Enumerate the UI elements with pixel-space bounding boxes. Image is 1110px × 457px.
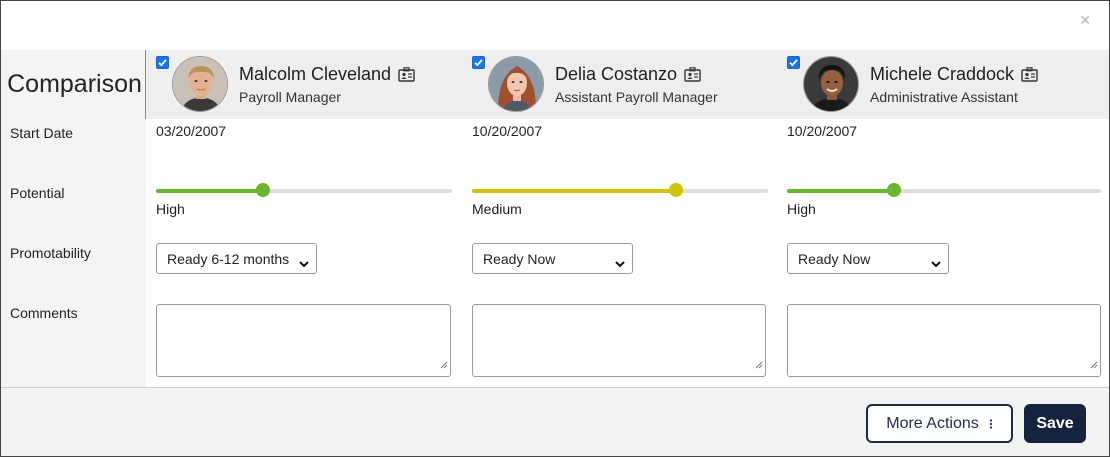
person-title: Payroll Manager — [239, 89, 341, 105]
person-name: Michele Craddock — [870, 64, 1038, 85]
row-label-comments: Comments — [10, 305, 78, 321]
person-header: Delia Costanzo Assistant Payroll Manager — [463, 50, 773, 119]
potential-label: High — [787, 201, 816, 217]
row-label-promotability: Promotability — [10, 245, 91, 261]
person-name: Malcolm Cleveland — [239, 64, 415, 85]
start-date-value: 03/20/2007 — [156, 123, 227, 139]
select-checkbox[interactable] — [156, 56, 169, 69]
start-date-value: 10/20/2007 — [787, 123, 858, 139]
row-label-start-date: Start Date — [10, 125, 74, 141]
avatar — [172, 56, 228, 112]
person-name-text: Michele Craddock — [870, 64, 1015, 84]
id-card-icon[interactable] — [398, 67, 415, 82]
promotability-value: Ready 6-12 months — [167, 250, 290, 267]
potential-label: Medium — [472, 201, 522, 217]
id-card-icon[interactable] — [1021, 67, 1038, 82]
comparison-dialog: ✕ Comparison Start Date Potential Promot… — [0, 0, 1110, 457]
potential-slider-thumb[interactable] — [255, 183, 270, 197]
chevron-down-icon — [299, 255, 309, 271]
potential-slider-thumb[interactable] — [669, 183, 684, 197]
comments-textarea[interactable] — [787, 304, 1101, 377]
promotability-value: Ready Now — [798, 250, 871, 267]
vertical-dots-icon — [989, 418, 993, 430]
resize-grip-icon[interactable] — [440, 356, 448, 374]
person-title: Assistant Payroll Manager — [555, 89, 718, 105]
avatar — [803, 56, 859, 112]
potential-slider[interactable] — [156, 183, 452, 197]
resize-grip-icon[interactable] — [1090, 356, 1098, 374]
promotability-select[interactable]: Ready Now — [787, 243, 949, 274]
promotability-value: Ready Now — [483, 250, 556, 267]
save-button[interactable]: Save — [1024, 404, 1086, 443]
chevron-down-icon — [931, 255, 941, 271]
chevron-down-icon — [615, 255, 625, 271]
resize-grip-icon[interactable] — [755, 356, 763, 374]
avatar — [488, 56, 544, 112]
promotability-select[interactable]: Ready 6-12 months — [156, 243, 317, 274]
person-name-text: Malcolm Cleveland — [239, 64, 392, 84]
select-checkbox[interactable] — [472, 56, 485, 69]
person-name: Delia Costanzo — [555, 64, 701, 85]
person-header: Michele Craddock Administrative Assistan… — [778, 50, 1098, 119]
promotability-select[interactable]: Ready Now — [472, 243, 633, 274]
potential-slider[interactable] — [472, 183, 768, 197]
potential-slider-thumb[interactable] — [886, 183, 901, 197]
potential-label: High — [156, 201, 185, 217]
potential-slider[interactable] — [787, 183, 1101, 197]
close-icon[interactable]: ✕ — [1079, 13, 1091, 27]
person-title: Administrative Assistant — [870, 89, 1018, 105]
select-checkbox[interactable] — [787, 56, 800, 69]
potential-slider-fill — [787, 189, 894, 193]
more-actions-button[interactable]: More Actions — [866, 404, 1013, 443]
comments-textarea[interactable] — [472, 304, 766, 377]
comments-textarea[interactable] — [156, 304, 451, 377]
start-date-value: 10/20/2007 — [472, 123, 543, 139]
row-label-potential: Potential — [10, 185, 65, 201]
id-card-icon[interactable] — [684, 67, 701, 82]
potential-slider-fill — [156, 189, 263, 193]
person-header: Malcolm Cleveland Payroll Manager — [147, 50, 457, 119]
dialog-title: Comparison — [1, 50, 146, 119]
potential-slider-fill — [472, 189, 677, 193]
more-actions-label: More Actions — [886, 414, 979, 432]
person-name-text: Delia Costanzo — [555, 64, 678, 84]
